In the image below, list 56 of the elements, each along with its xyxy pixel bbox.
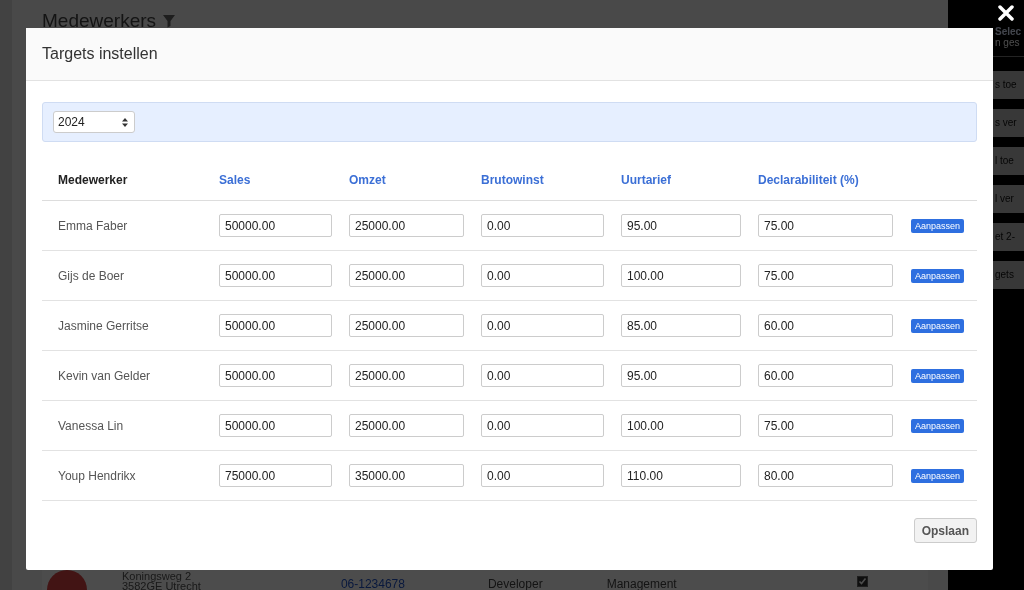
adjust-button[interactable]: Aanpassen <box>911 269 965 283</box>
input-field[interactable]: 50000.00 <box>219 414 332 437</box>
input-field[interactable]: 80.00 <box>758 464 893 487</box>
input-field[interactable]: 0.00 <box>481 214 604 237</box>
input-field[interactable]: 35000.00 <box>349 464 464 487</box>
input-field[interactable]: 100.00 <box>621 414 741 437</box>
input-field[interactable]: 60.00 <box>758 364 893 387</box>
input-field[interactable]: 25000.00 <box>349 264 464 287</box>
input-field[interactable]: 0.00 <box>481 464 604 487</box>
employee-name: Vanessa Lin <box>58 418 124 433</box>
input-field[interactable]: 25000.00 <box>349 214 464 237</box>
panel-heading: Selec <box>994 26 1023 37</box>
input-field[interactable]: 110.00 <box>621 464 741 487</box>
adjust-button[interactable]: Aanpassen <box>911 469 965 483</box>
input-field[interactable]: 85.00 <box>621 314 741 337</box>
input-field[interactable]: 75000.00 <box>219 464 332 487</box>
input-field[interactable]: 95.00 <box>621 214 741 237</box>
employee-name: Gijs de Boer <box>58 268 125 283</box>
employee-name: Youp Hendrikx <box>58 468 136 483</box>
input-field[interactable]: 0.00 <box>481 314 604 337</box>
column-sort-link[interactable]: Brutowinst <box>481 173 544 187</box>
input-field[interactable]: 0.00 <box>481 364 604 387</box>
input-field[interactable]: 95.00 <box>621 364 741 387</box>
column-sort-link[interactable]: Sales <box>219 173 251 187</box>
adjust-button[interactable]: Aanpassen <box>911 419 965 433</box>
adjust-button[interactable]: Aanpassen <box>911 369 965 383</box>
input-field[interactable]: 25000.00 <box>349 364 464 387</box>
column-sort-link[interactable]: Declarabiliteit (%) <box>758 173 859 187</box>
input-field[interactable]: 0.00 <box>481 264 604 287</box>
role-text: Developer <box>487 577 543 590</box>
input-field[interactable]: 50000.00 <box>219 264 332 287</box>
input-field[interactable]: 100.00 <box>621 264 741 287</box>
modal-title: Targets instellen <box>42 45 158 63</box>
input-field[interactable]: 60.00 <box>758 314 893 337</box>
employee-name: Kevin van Gelder <box>58 368 151 383</box>
column-sort-link[interactable]: Omzet <box>349 173 386 187</box>
year-select[interactable]: 2024 <box>53 111 135 133</box>
input-field[interactable]: 50000.00 <box>219 214 332 237</box>
input-field[interactable]: 50000.00 <box>219 314 332 337</box>
input-field[interactable]: 75.00 <box>758 414 893 437</box>
save-button[interactable]: Opslaan <box>913 518 977 543</box>
input-field[interactable]: 75.00 <box>758 214 893 237</box>
employee-name: Jasmine Gerritse <box>58 318 149 333</box>
column-header: Medewerker <box>58 173 128 187</box>
close-icon[interactable] <box>998 5 1014 21</box>
input-field[interactable]: 25000.00 <box>349 314 464 337</box>
column-sort-link[interactable]: Uurtarief <box>621 173 671 187</box>
department-text: Management <box>606 577 677 590</box>
employee-name: Emma Faber <box>58 218 128 233</box>
sort-caret-icon <box>122 117 128 127</box>
input-field[interactable]: 0.00 <box>481 414 604 437</box>
adjust-button[interactable]: Aanpassen <box>911 319 965 333</box>
adjust-button[interactable]: Aanpassen <box>911 219 965 233</box>
input-field[interactable]: 50000.00 <box>219 364 332 387</box>
input-field[interactable]: 75.00 <box>758 264 893 287</box>
input-field[interactable]: 25000.00 <box>349 414 464 437</box>
